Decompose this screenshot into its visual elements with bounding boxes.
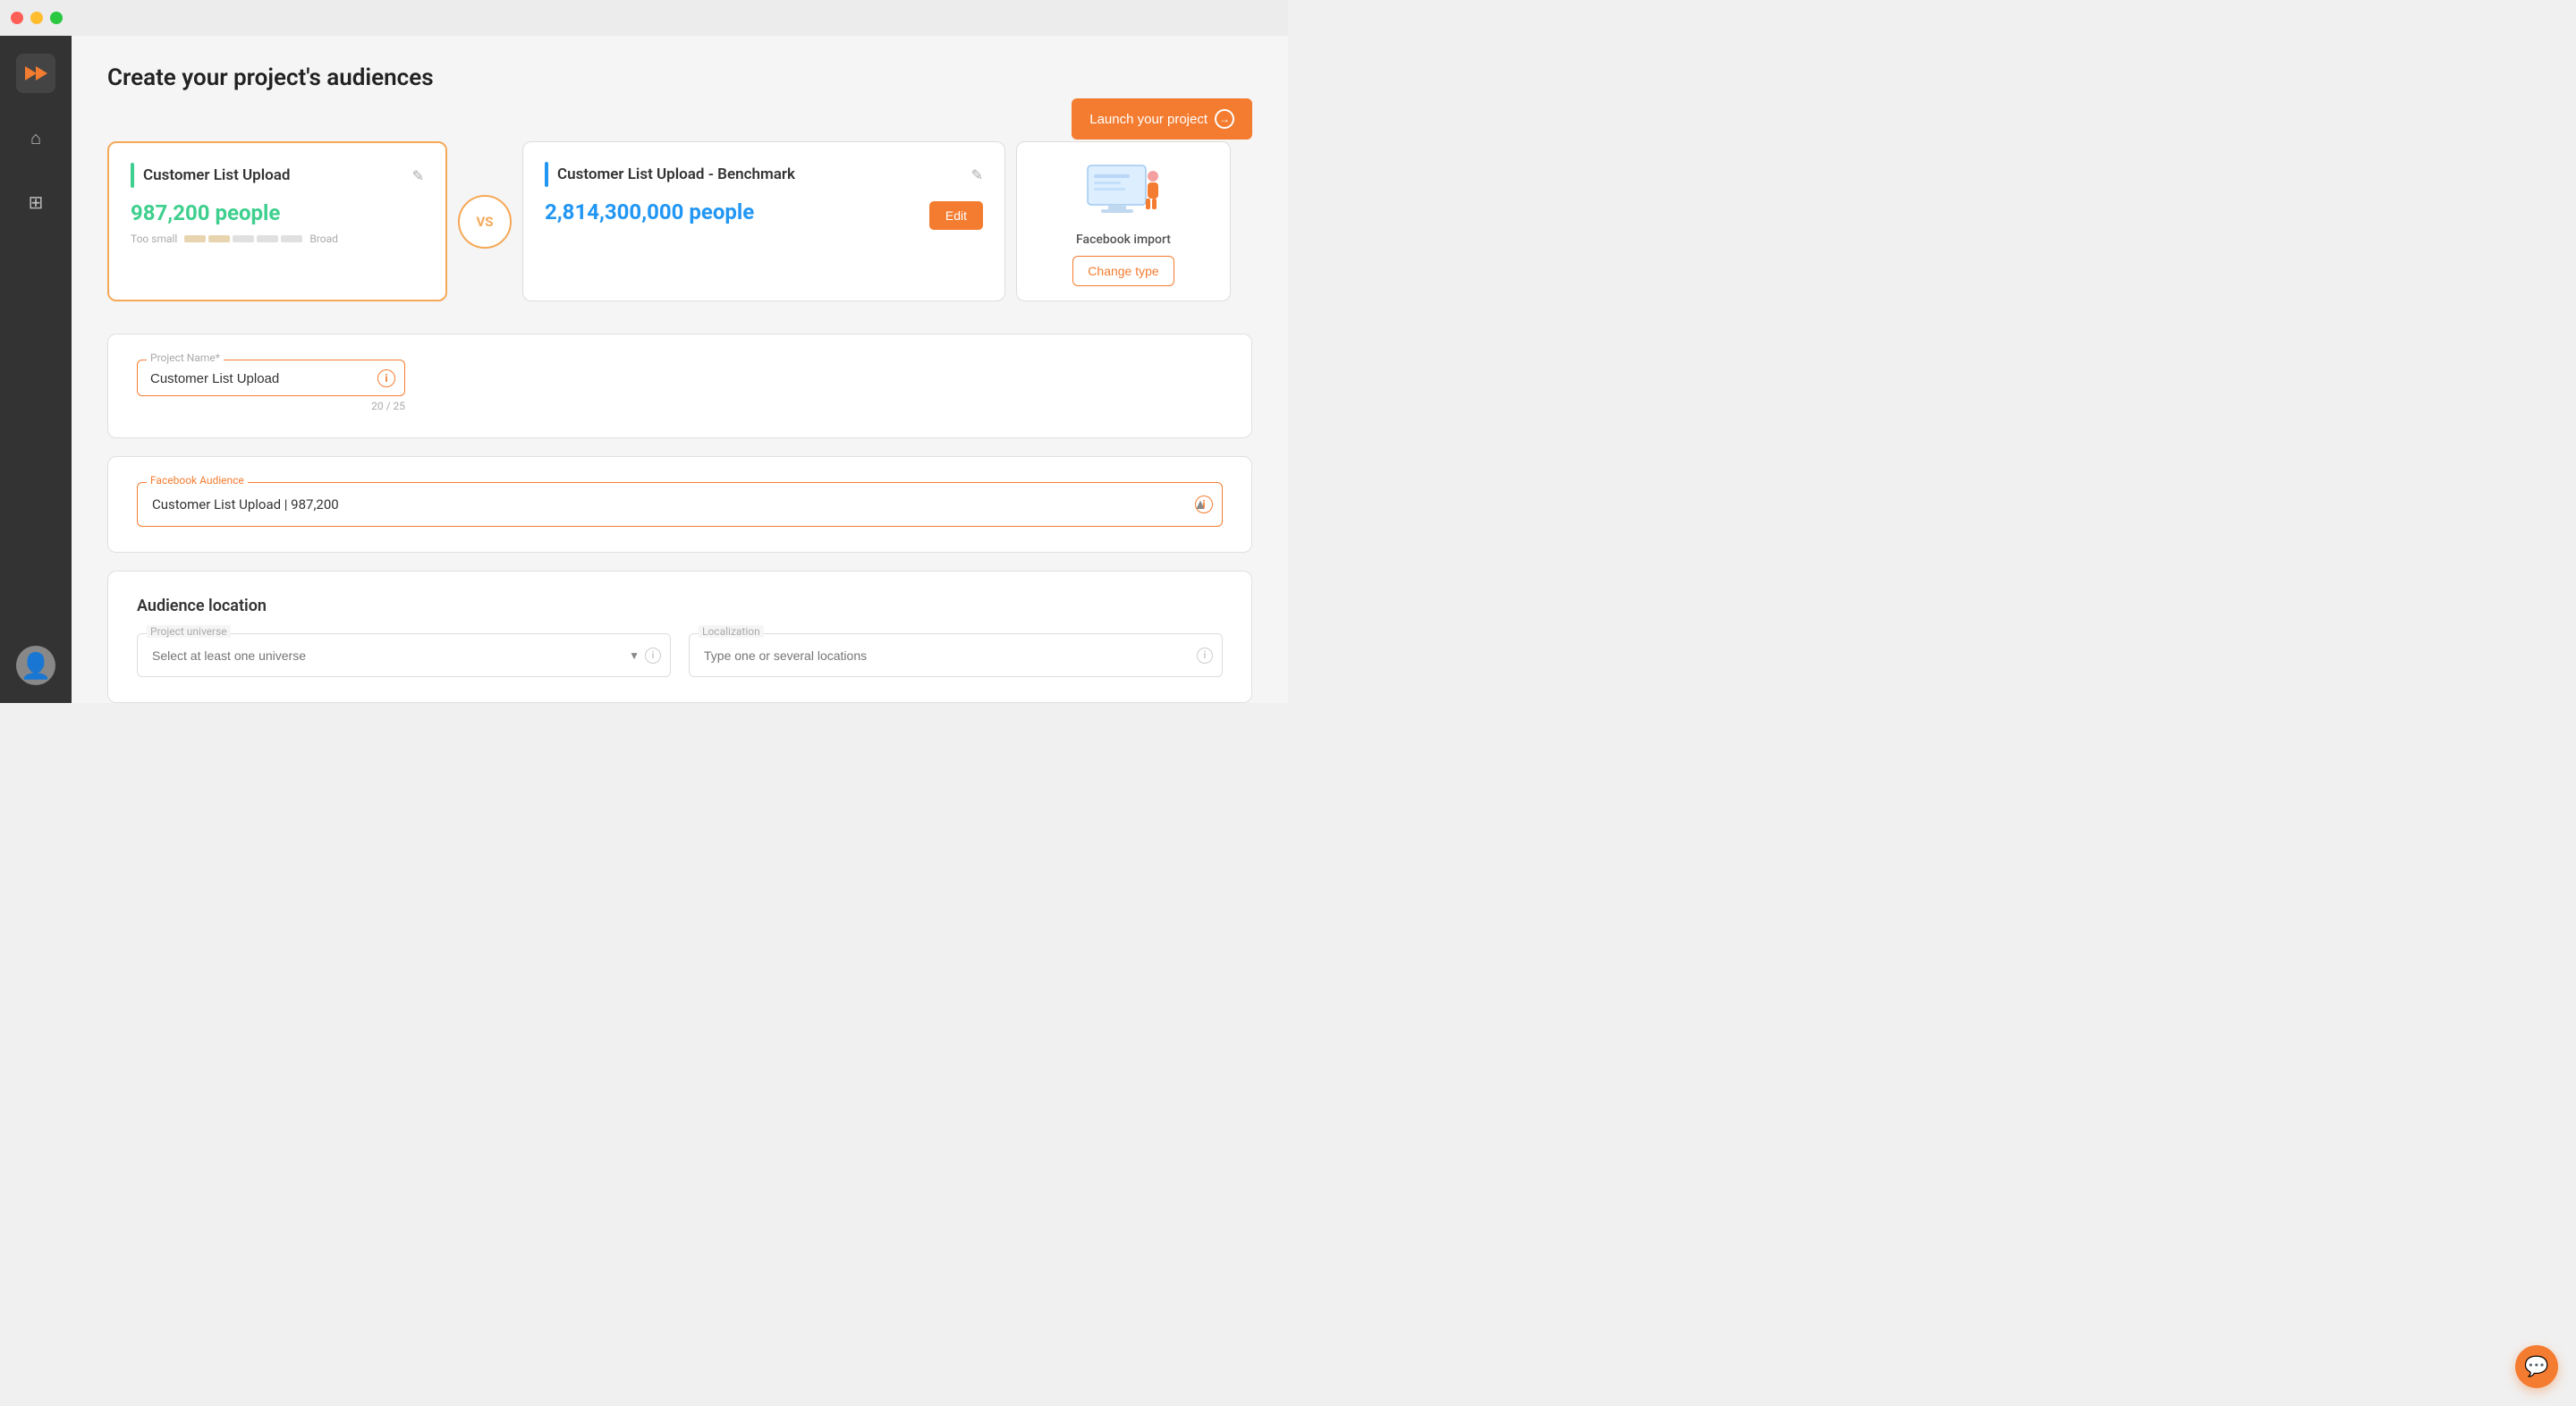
sidebar-item-home[interactable]: ⌂ [16,118,55,157]
size-bar-3 [233,235,254,242]
project-name-section: Project Name* i 20 / 25 [107,334,1252,438]
size-label-broad: Broad [309,233,338,245]
launch-project-button[interactable]: Launch your project → [1072,98,1252,140]
project-name-info-icon[interactable]: i [377,369,395,387]
vs-label: VS [476,214,493,230]
project-name-field-wrapper: Project Name* i [137,360,405,396]
avatar[interactable]: 👤 [16,646,55,685]
size-bar-2 [208,235,230,242]
launch-arrow-icon: → [1215,109,1234,129]
project-universe-input[interactable] [152,648,656,663]
project-universe-info-icon[interactable]: i [645,648,661,664]
card-title-row-left: Customer List Upload [131,163,290,188]
size-bar-5 [281,235,302,242]
facebook-import-card: Facebook import Change type [1016,141,1231,301]
people-count-left: 987,200 people [131,200,424,225]
sidebar-logo[interactable] [16,54,55,93]
audience-location-heading: Audience location [137,597,1223,615]
edit-button-right[interactable]: Edit [929,201,983,230]
home-icon: ⌂ [30,127,41,149]
sidebar: ⌂ ⊞ 👤 [0,36,72,703]
project-universe-controls: ▼ i [629,648,661,664]
size-bars [184,235,302,242]
fb-illustration-svg [1074,157,1173,224]
size-bar-4 [257,235,278,242]
add-icon: ⊞ [29,191,44,213]
dropdown-arrow-icon: ▼ [629,649,640,662]
facebook-audience-label: Facebook Audience [147,474,248,487]
audiences-row: Customer List Upload ✎ 987,200 people To… [107,141,1252,301]
project-universe-label: Project universe [147,625,231,638]
facebook-audience-row[interactable]: Customer List Upload | 987,200 ▲ i [152,495,1208,513]
facebook-audience-controls: ▲ i [1193,495,1208,513]
chat-icon: 💬 [2524,1356,2548,1378]
chat-widget[interactable]: 💬 [2515,1345,2558,1388]
card-header-right: Customer List Upload - Benchmark ✎ [545,162,983,187]
localization-label: Localization [699,625,764,638]
change-type-button[interactable]: Change type [1072,256,1174,286]
audience-card-left: Customer List Upload ✎ 987,200 people To… [107,141,447,301]
project-name-label: Project Name* [147,352,224,364]
localization-info-icon[interactable]: i [1197,648,1213,664]
edit-icon-left[interactable]: ✎ [412,167,424,184]
edit-icon-right[interactable]: ✎ [971,166,983,183]
facebook-audience-info-icon[interactable]: i [1195,495,1213,513]
logo-icon [25,66,47,80]
localization-input[interactable] [704,648,1208,663]
close-button[interactable] [11,12,23,24]
facebook-audience-wrapper: Facebook Audience Customer List Upload |… [137,482,1223,527]
audience-card-right: Customer List Upload - Benchmark ✎ 2,814… [522,141,1005,301]
location-fields-row: Project universe ▼ i Localization i [137,633,1223,677]
sidebar-item-add[interactable]: ⊞ [16,182,55,222]
facebook-audience-value: Customer List Upload | 987,200 [152,496,339,512]
facebook-audience-section: Facebook Audience Customer List Upload |… [107,456,1252,553]
audience-location-section: Audience location Project universe ▼ i L… [107,571,1252,703]
avatar-image: 👤 [21,651,52,681]
card-accent-left [131,163,134,188]
minimize-button[interactable] [30,12,43,24]
fb-illustration [1074,157,1173,224]
page-title: Create your project's audiences [107,64,434,91]
maximize-button[interactable] [50,12,63,24]
project-name-input[interactable] [150,371,392,386]
main-content: Create your project's audiences Launch y… [72,36,1288,703]
card-header-left: Customer List Upload ✎ [131,163,424,188]
card-accent-right [545,162,548,187]
size-bar-1 [184,235,206,242]
project-universe-field: Project universe ▼ i [137,633,671,677]
facebook-import-label: Facebook import [1076,233,1171,247]
launch-button-label: Launch your project [1089,112,1208,127]
localization-field: Localization i [689,633,1223,677]
vs-circle: VS [458,195,512,249]
card-title-right: Customer List Upload - Benchmark [557,165,795,183]
titlebar [0,0,1288,36]
size-label-small: Too small [131,233,177,245]
people-count-right: 2,814,300,000 people [545,199,754,224]
card-title-row-right: Customer List Upload - Benchmark [545,162,795,187]
localization-controls: i [1197,648,1213,664]
app-container: ⌂ ⊞ 👤 Create your project's audiences La… [0,36,1288,703]
char-count: 20 / 25 [137,400,405,412]
card-title-left: Customer List Upload [143,166,290,184]
size-bar-row: Too small Broad [131,233,424,245]
